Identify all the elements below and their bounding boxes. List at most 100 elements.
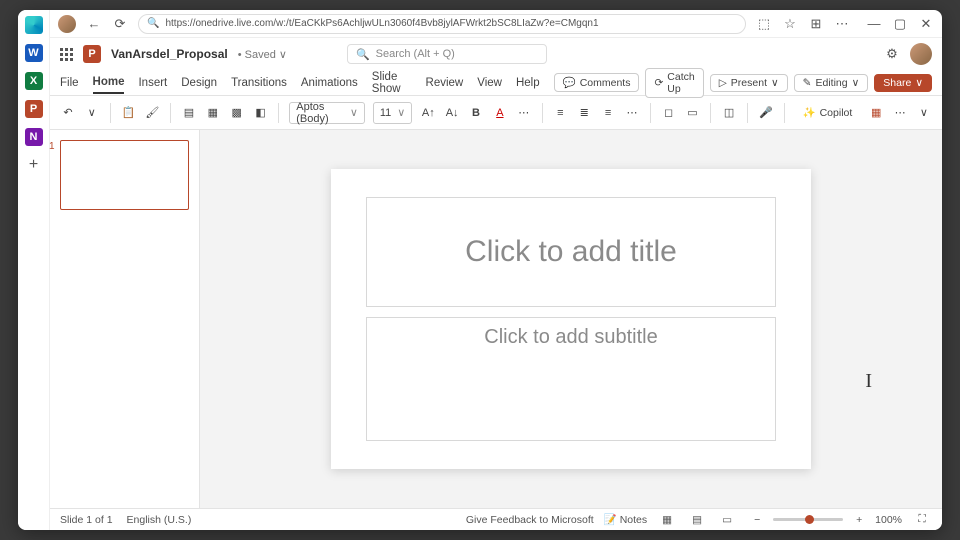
tab-transitions[interactable]: Transitions: [231, 73, 287, 93]
bold-button[interactable]: B: [468, 103, 484, 123]
tab-help[interactable]: Help: [516, 73, 540, 93]
font-more-button[interactable]: ⋯: [516, 103, 532, 123]
tab-file[interactable]: File: [60, 73, 79, 93]
notes-button[interactable]: 📝 Notes: [604, 513, 647, 526]
maximize-button[interactable]: ▢: [892, 16, 908, 32]
thumbnail-slide-1[interactable]: 1: [60, 140, 189, 210]
app-launcher-icon[interactable]: [60, 48, 73, 61]
title-placeholder[interactable]: Click to add title: [366, 197, 776, 307]
sorter-view-button[interactable]: ▤: [687, 510, 707, 530]
zoom-in-button[interactable]: +: [849, 510, 869, 530]
search-box[interactable]: 🔍 Search (Alt + Q): [347, 44, 547, 64]
url-text: https://onedrive.live.com/w:/t/EaCKkPs6A…: [165, 18, 598, 29]
format-painter-button[interactable]: 🖌: [144, 103, 160, 123]
shapes-button[interactable]: ◻: [661, 103, 677, 123]
address-bar[interactable]: 🔍 https://onedrive.live.com/w:/t/EaCKkPs…: [138, 14, 746, 34]
thumbnail-number: 1: [49, 141, 55, 152]
font-family-select[interactable]: Aptos (Body) ∨: [289, 102, 365, 124]
app-rail: W X P N +: [18, 10, 50, 530]
reading-view-button[interactable]: ▭: [717, 510, 737, 530]
slide-counter[interactable]: Slide 1 of 1: [60, 514, 113, 526]
language-status[interactable]: English (U.S.): [127, 514, 192, 526]
paste-button[interactable]: 📋: [121, 103, 137, 123]
minimize-button[interactable]: —: [866, 16, 882, 32]
feedback-link[interactable]: Give Feedback to Microsoft: [466, 514, 594, 526]
grow-font-button[interactable]: A↑: [420, 103, 436, 123]
window-controls: — ▢ ✕: [866, 16, 934, 32]
more-icon[interactable]: ⋯: [834, 16, 850, 32]
settings-icon[interactable]: ⚙: [884, 46, 900, 62]
dictate-button[interactable]: 🎤: [758, 103, 774, 123]
reset-button[interactable]: ▩: [229, 103, 245, 123]
para-more-button[interactable]: ⋯: [624, 103, 640, 123]
shrink-font-button[interactable]: A↓: [444, 103, 460, 123]
slide: Click to add title Click to add subtitle: [331, 169, 811, 469]
ribbon-tabs: File Home Insert Design Transitions Anim…: [50, 70, 942, 96]
workspace: 1 Click to add title Click to add subtit…: [50, 130, 942, 508]
document-name[interactable]: VanArsdel_Proposal: [111, 47, 228, 61]
main-area: ← ⟳ 🔍 https://onedrive.live.com/w:/t/EaC…: [50, 10, 942, 530]
zoom-slider[interactable]: [773, 518, 843, 521]
rail-add-icon[interactable]: +: [29, 156, 38, 174]
rail-excel-icon[interactable]: X: [25, 72, 43, 90]
designer-button[interactable]: ◫: [721, 103, 737, 123]
ribbon-toolbar: ↶ ∨ 📋 🖌 ▤ ▦ ▩ ◧ Aptos (Body) ∨ 11 ∨ A↑ A…: [50, 96, 942, 130]
numbering-button[interactable]: ≣: [576, 103, 592, 123]
layout-button[interactable]: ▦: [205, 103, 221, 123]
favorite-icon[interactable]: ☆: [782, 16, 798, 32]
rail-onenote-icon[interactable]: N: [25, 128, 43, 146]
add-ins-button[interactable]: ▦: [868, 103, 884, 123]
editing-button[interactable]: ✎ Editing ∨: [794, 74, 869, 92]
text-cursor-icon: I: [865, 370, 872, 393]
fit-to-window-button[interactable]: ⛶: [912, 510, 932, 530]
ribbon-collapse-button[interactable]: ∨: [916, 103, 932, 123]
present-button[interactable]: ▷ Present ∨: [710, 74, 788, 92]
rail-edge-icon[interactable]: [25, 16, 43, 34]
zoom-out-button[interactable]: −: [747, 510, 767, 530]
comments-button[interactable]: 💬 Comments: [554, 73, 640, 92]
new-slide-button[interactable]: ▤: [181, 103, 197, 123]
title-bar: P VanArsdel_Proposal • Saved ∨ 🔍 Search …: [50, 38, 942, 70]
zoom-level[interactable]: 100%: [875, 514, 902, 526]
tab-home[interactable]: Home: [93, 72, 125, 94]
tab-slideshow[interactable]: Slide Show: [372, 67, 412, 99]
back-button[interactable]: ←: [86, 16, 102, 32]
close-button[interactable]: ✕: [918, 16, 934, 32]
redo-dropdown[interactable]: ∨: [84, 103, 100, 123]
tab-insert[interactable]: Insert: [138, 73, 167, 93]
tracking-icon[interactable]: ⬚: [756, 16, 772, 32]
align-button[interactable]: ≡: [600, 103, 616, 123]
refresh-button[interactable]: ⟳: [112, 16, 128, 32]
profile-avatar-small[interactable]: [58, 15, 76, 33]
save-status[interactable]: • Saved ∨: [238, 48, 287, 61]
catchup-button[interactable]: ⟳ Catch Up: [645, 68, 703, 98]
share-button[interactable]: Share ∨: [874, 74, 932, 92]
collections-icon[interactable]: ⊞: [808, 16, 824, 32]
undo-button[interactable]: ↶: [60, 103, 76, 123]
section-button[interactable]: ◧: [253, 103, 269, 123]
ribbon-more-button[interactable]: ⋯: [892, 103, 908, 123]
arrange-button[interactable]: ▭: [685, 103, 701, 123]
app-window: W X P N + ← ⟳ 🔍 https://onedrive.live.co…: [18, 10, 942, 530]
tab-review[interactable]: Review: [426, 73, 464, 93]
font-color-button[interactable]: A: [492, 103, 508, 123]
powerpoint-icon: P: [83, 45, 101, 63]
tab-animations[interactable]: Animations: [301, 73, 358, 93]
subtitle-placeholder[interactable]: Click to add subtitle: [366, 317, 776, 441]
slide-thumbnails: 1: [50, 130, 200, 508]
search-placeholder: Search (Alt + Q): [376, 48, 455, 60]
browser-bar: ← ⟳ 🔍 https://onedrive.live.com/w:/t/EaC…: [50, 10, 942, 38]
tab-design[interactable]: Design: [181, 73, 217, 93]
status-bar: Slide 1 of 1 English (U.S.) Give Feedbac…: [50, 508, 942, 530]
slide-canvas[interactable]: Click to add title Click to add subtitle…: [200, 130, 942, 508]
user-avatar[interactable]: [910, 43, 932, 65]
bullets-button[interactable]: ≡: [552, 103, 568, 123]
tab-view[interactable]: View: [477, 73, 502, 93]
rail-word-icon[interactable]: W: [25, 44, 43, 62]
search-icon: 🔍: [356, 48, 370, 61]
normal-view-button[interactable]: ▦: [657, 510, 677, 530]
font-size-select[interactable]: 11 ∨: [373, 102, 412, 124]
copilot-button[interactable]: ✨ Copilot: [795, 104, 861, 121]
zoom-control: − + 100%: [747, 510, 902, 530]
rail-powerpoint-icon[interactable]: P: [25, 100, 43, 118]
